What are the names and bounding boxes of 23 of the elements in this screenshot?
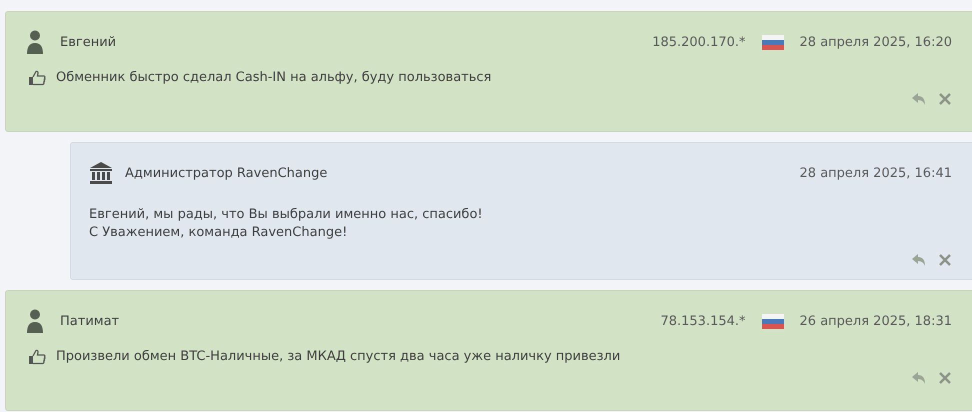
author-name: Евгений bbox=[60, 34, 116, 50]
reply-icon[interactable] bbox=[912, 93, 926, 105]
comment-date: 28 апреля 2025, 16:41 bbox=[800, 166, 952, 180]
comment-text: Обменник быстро сделал Cash-IN на альфу, буду пользоваться bbox=[56, 69, 492, 87]
reply-icon[interactable] bbox=[912, 254, 926, 266]
close-icon[interactable] bbox=[938, 93, 952, 105]
bank-icon bbox=[89, 161, 113, 185]
comment-date: 28 апреля 2025, 16:20 bbox=[800, 34, 952, 50]
close-icon[interactable] bbox=[938, 254, 952, 266]
comment-date: 26 апреля 2025, 18:31 bbox=[800, 314, 952, 328]
comment-text: С Уважением, команда RavenChange! bbox=[89, 224, 348, 242]
thumbs-up-icon bbox=[28, 70, 46, 86]
author-name: Патимат bbox=[60, 314, 120, 328]
thumbs-up-icon bbox=[28, 349, 46, 365]
reply-icon[interactable] bbox=[912, 372, 926, 384]
comment-text: Евгений, мы рады, что Вы выбрали именно нас, спасибо! bbox=[89, 206, 483, 224]
user-icon bbox=[26, 30, 44, 54]
ip-address: 78.153.154.* bbox=[660, 314, 746, 328]
comment-text: Произвели обмен BTC-Наличные, за МКАД спустя два часа уже наличку привезли bbox=[56, 348, 620, 366]
author-name: Администратор RavenChange bbox=[125, 166, 328, 180]
ip-address: 185.200.170.* bbox=[652, 34, 746, 50]
user-icon bbox=[26, 309, 44, 333]
close-icon[interactable] bbox=[938, 372, 952, 384]
